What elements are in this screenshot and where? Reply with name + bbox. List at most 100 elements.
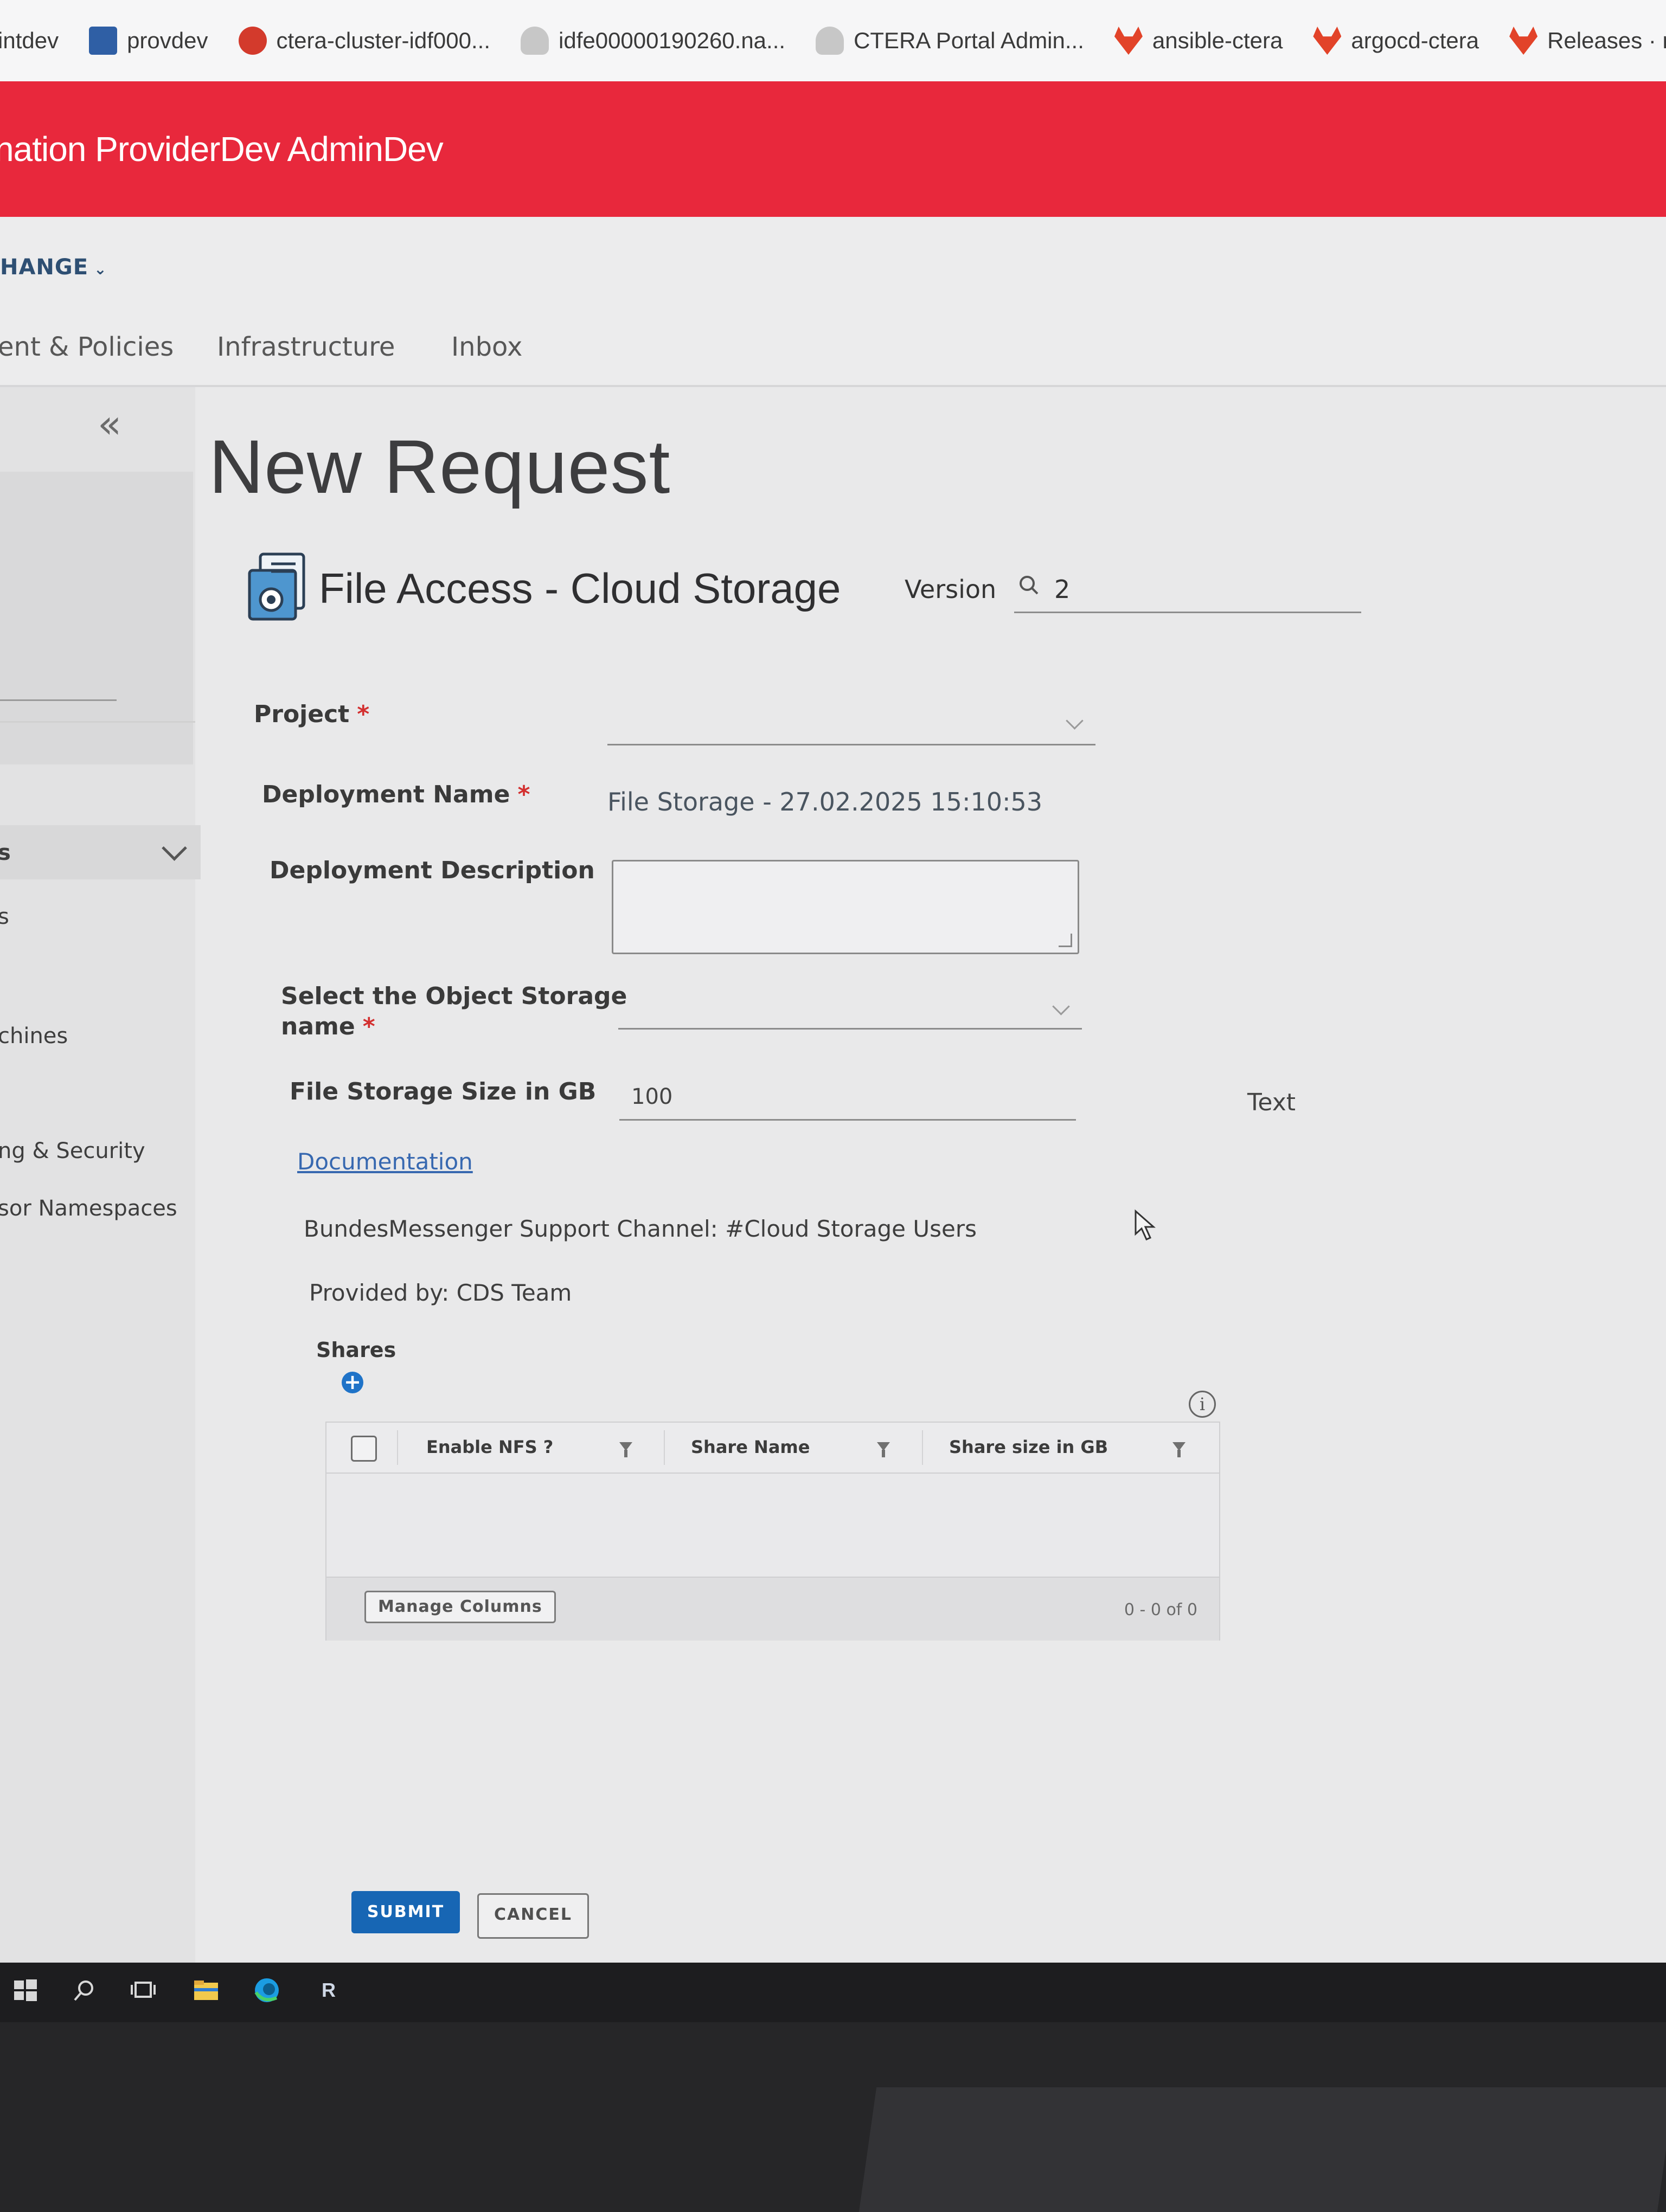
documentation-link[interactable]: Documentation xyxy=(297,1148,473,1175)
pagination-text: 0 - 0 of 0 xyxy=(1124,1600,1197,1619)
grid-footer: Manage Columns 0 - 0 of 0 xyxy=(326,1577,1219,1641)
catalog-item-title: File Access - Cloud Storage xyxy=(319,564,841,612)
catalog-item-icon xyxy=(248,552,305,621)
file-storage-size-label: File Storage Size in GB xyxy=(290,1078,597,1105)
grid-header: Enable NFS ? Share Name Share size in GB xyxy=(326,1423,1219,1474)
bookmark-intdev[interactable]: intdev xyxy=(0,28,59,54)
page-title: New Request xyxy=(209,424,671,509)
sidebar-item-1[interactable]: s xyxy=(0,904,9,929)
mouse-cursor-icon xyxy=(1135,1209,1156,1240)
cloud-icon xyxy=(816,27,844,55)
filter-icon[interactable] xyxy=(877,1442,890,1457)
deployment-description-textarea[interactable] xyxy=(612,860,1079,954)
red-circle-icon xyxy=(238,27,267,55)
search-icon xyxy=(1020,576,1039,595)
bookmark-releases[interactable]: Releases · mai xyxy=(1509,27,1666,55)
submit-button[interactable]: SUBMIT xyxy=(351,1891,460,1933)
manage-columns-button[interactable]: Manage Columns xyxy=(364,1591,556,1623)
blue-square-icon xyxy=(89,27,118,55)
required-marker: * xyxy=(357,700,370,728)
bookmark-label: intdev xyxy=(0,28,59,53)
org-switch-row xyxy=(0,217,1666,325)
bookmark-label: ansible-ctera xyxy=(1152,28,1283,53)
chevron-down-icon: ⌄ xyxy=(94,260,107,278)
project-dropdown[interactable] xyxy=(607,705,1095,745)
bookmark-label: argocd-ctera xyxy=(1351,28,1479,53)
add-share-button[interactable]: + xyxy=(342,1372,363,1393)
grid-body xyxy=(326,1474,1219,1577)
divider xyxy=(0,721,195,723)
provided-by-text: Provided by: CDS Team xyxy=(309,1279,572,1306)
deployment-name-label: Deployment Name * xyxy=(262,781,530,808)
file-storage-size-input[interactable] xyxy=(619,1080,1076,1121)
app-title: nation ProviderDev AdminDev xyxy=(0,130,444,169)
bookmark-label: CTERA Portal Admin... xyxy=(854,28,1084,53)
project-label: Project * xyxy=(254,700,369,728)
sidebar-group-label: s xyxy=(0,840,11,865)
sidebar-item-networking-security[interactable]: ng & Security xyxy=(0,1139,145,1163)
app-icon[interactable]: R xyxy=(315,1976,343,2004)
bookmark-ansible-ctera[interactable]: ansible-ctera xyxy=(1114,27,1283,55)
bookmark-argocd-ctera[interactable]: argocd-ctera xyxy=(1313,27,1479,55)
edge-browser-icon[interactable] xyxy=(253,1976,281,2004)
object-storage-dropdown[interactable] xyxy=(618,987,1082,1030)
filter-icon[interactable] xyxy=(1172,1442,1186,1457)
field-type-hint: Text xyxy=(1247,1089,1296,1116)
gitlab-fox-icon xyxy=(1313,27,1342,55)
taskbar xyxy=(0,1963,1666,2022)
bookmark-label: provdev xyxy=(127,28,208,53)
gitlab-fox-icon xyxy=(1509,27,1538,55)
select-all-checkbox[interactable] xyxy=(351,1436,377,1462)
task-view-icon[interactable] xyxy=(129,1976,157,2004)
gitlab-fox-icon xyxy=(1114,27,1143,55)
bookmark-provdev[interactable]: provdev xyxy=(89,27,208,55)
sidebar-item-namespaces[interactable]: sor Namespaces xyxy=(0,1196,177,1221)
version-label: Version xyxy=(905,575,997,604)
bookmark-ctera-portal[interactable]: CTERA Portal Admin... xyxy=(816,27,1084,55)
file-explorer-icon[interactable] xyxy=(192,1976,220,2004)
change-org-dropdown[interactable]: HANGE ⌄ xyxy=(0,255,107,280)
search-icon[interactable] xyxy=(71,1976,99,2004)
sidebar-panel xyxy=(0,472,193,764)
object-storage-label-line1: Select the Object Storage xyxy=(281,982,627,1010)
object-storage-label: Select the Object Storage name * xyxy=(281,981,627,1042)
shares-label: Shares xyxy=(316,1338,396,1362)
file-storage-size-value: 100 xyxy=(631,1084,673,1109)
bookmark-ctera-cluster[interactable]: ctera-cluster-idf000... xyxy=(238,27,491,55)
info-icon[interactable]: i xyxy=(1189,1391,1216,1418)
column-divider xyxy=(664,1430,665,1465)
support-channel-text: BundesMessenger Support Channel: #Cloud … xyxy=(304,1216,977,1242)
collapse-sidebar-icon[interactable]: « xyxy=(98,401,121,447)
bookmarks-bar: intdev provdev ctera-cluster-idf000... i… xyxy=(0,0,1666,81)
shares-datagrid: Enable NFS ? Share Name Share size in GB… xyxy=(325,1422,1220,1641)
tab-content-policies[interactable]: ent & Policies xyxy=(0,332,174,362)
app-header: nation ProviderDev AdminDev xyxy=(0,81,1666,217)
project-label-text: Project xyxy=(254,700,350,728)
deployment-name-label-text: Deployment Name xyxy=(262,781,510,808)
tab-inbox[interactable]: Inbox xyxy=(451,332,522,362)
bookmark-idfe[interactable]: idfe00000190260.na... xyxy=(521,27,785,55)
column-header-share-name[interactable]: Share Name xyxy=(691,1437,810,1457)
column-header-share-size[interactable]: Share size in GB xyxy=(949,1437,1108,1457)
column-divider xyxy=(397,1430,398,1465)
deployment-name-input[interactable]: File Storage - 27.02.2025 15:10:53 xyxy=(607,787,1042,816)
column-header-enable-nfs[interactable]: Enable NFS ? xyxy=(426,1437,553,1457)
required-marker: * xyxy=(362,1013,375,1040)
resize-handle-icon[interactable] xyxy=(1059,934,1072,947)
bookmark-label: ctera-cluster-idf000... xyxy=(276,28,491,53)
filter-icon[interactable] xyxy=(619,1442,632,1457)
required-marker: * xyxy=(517,781,530,808)
cancel-button[interactable]: CANCEL xyxy=(477,1893,589,1939)
tab-infrastructure[interactable]: Infrastructure xyxy=(217,332,395,362)
windows-start-icon[interactable] xyxy=(11,1976,39,2004)
object-storage-label-line2: name xyxy=(281,1013,355,1040)
background-shadow xyxy=(858,2087,1666,2212)
version-value: 2 xyxy=(1054,575,1071,604)
bookmark-label: idfe00000190260.na... xyxy=(559,28,786,53)
column-divider xyxy=(922,1430,923,1465)
sidebar-item-machines[interactable]: chines xyxy=(0,1024,68,1049)
screen: intdev provdev ctera-cluster-idf000... i… xyxy=(0,0,1666,1979)
bookmark-label: Releases · mai xyxy=(1547,28,1666,53)
cloud-icon xyxy=(521,27,549,55)
sidebar-search-underline xyxy=(0,699,117,701)
